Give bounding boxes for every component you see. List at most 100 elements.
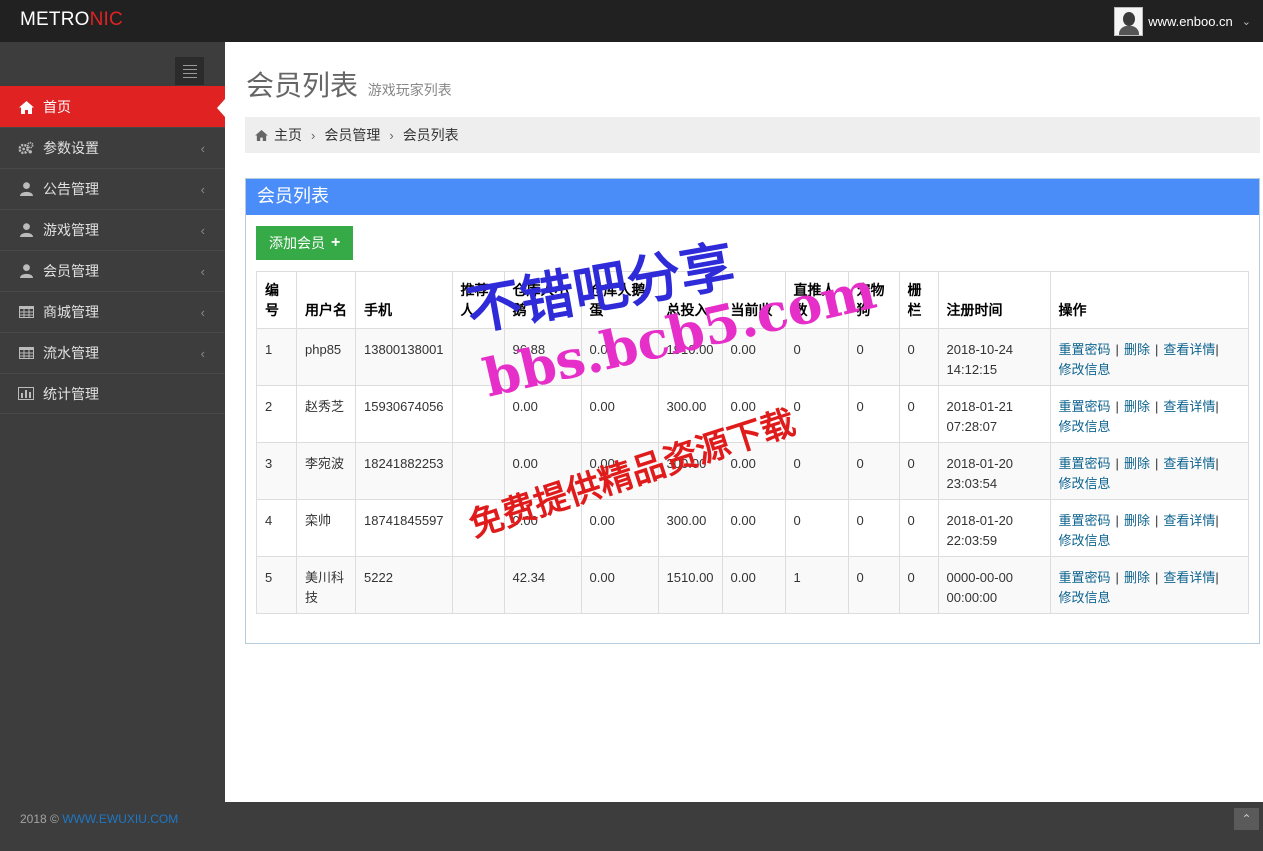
chevron-left-icon: ‹ — [200, 345, 205, 361]
cell-invest: 300.00 — [657, 385, 723, 443]
sidebar-item-members[interactable]: 会员管理 ‹ — [0, 250, 225, 291]
cell-income: 0.00 — [721, 442, 786, 500]
cell-actions: 重置密码 | 删除 | 查看详情| 修改信息 — [1049, 328, 1250, 386]
edit-info-link[interactable]: 修改信息 — [1059, 533, 1111, 548]
footer-link[interactable]: WWW.EWUXIU.COM — [62, 812, 178, 826]
cell-registered: 2018-01-20 23:03:54 — [937, 442, 1051, 500]
separator: | — [1215, 456, 1219, 471]
sidebar-item-label: 流水管理 — [43, 345, 99, 361]
cell-id: 5 — [256, 556, 297, 614]
table-row: 3 李宛波 18241882253 0.00 0.00 300.00 0.00 0 0 0 2018… — [256, 442, 1250, 500]
sidebar-item-settings[interactable]: 参数设置 ‹ — [0, 127, 225, 168]
top-header: METRONIC www.enboo.cn ⌄ — [0, 0, 1263, 42]
date-text: 0000-00-00 — [946, 570, 1014, 585]
column-header: 手机 — [355, 271, 453, 329]
footer: 2018 © WWW.EWUXIU.COM ⌃ — [0, 802, 1263, 851]
cell-direct: 0 — [784, 385, 849, 443]
cell-id: 1 — [256, 328, 297, 386]
reset-password-link[interactable]: 重置密码 — [1059, 456, 1111, 471]
delete-link[interactable]: 删除 — [1124, 342, 1150, 357]
sidebar-toggle-button[interactable] — [175, 57, 204, 85]
edit-info-link[interactable]: 修改信息 — [1059, 362, 1111, 377]
date-text: 2018-01-20 — [946, 513, 1014, 528]
column-header: 当前收 — [721, 271, 786, 329]
panel-title: 会员列表 — [246, 179, 1259, 215]
table-row: 5 美川科技 5222 42.34 0.00 1510.00 0.00 1 0 0 0000-00-… — [256, 556, 1250, 614]
user-icon — [18, 182, 34, 196]
user-menu[interactable]: www.enboo.cn ⌄ — [1114, 6, 1251, 36]
cell-registered: 2018-01-21 07:28:07 — [937, 385, 1051, 443]
delete-link[interactable]: 删除 — [1124, 570, 1150, 585]
edit-info-link[interactable]: 修改信息 — [1059, 590, 1111, 605]
reset-password-link[interactable]: 重置密码 — [1059, 399, 1111, 414]
cell-invest: 1910.00 — [657, 328, 723, 386]
view-details-link[interactable]: 查看详情 — [1163, 570, 1215, 585]
sidebar-item-label: 游戏管理 — [43, 222, 99, 238]
cell-phone: 5222 — [355, 556, 453, 614]
cell-geese: 0.00 — [503, 385, 582, 443]
scroll-to-top-button[interactable]: ⌃ — [1234, 808, 1259, 830]
cell-invest: 1510.00 — [657, 556, 723, 614]
chevron-right-icon: › — [311, 127, 316, 143]
separator: | — [1115, 399, 1119, 414]
view-details-link[interactable]: 查看详情 — [1163, 513, 1215, 528]
cell-ref — [451, 385, 505, 443]
chevron-down-icon: ⌄ — [1241, 15, 1251, 28]
page-title-text: 会员列表 — [246, 70, 359, 101]
logo-text: METRO — [20, 9, 90, 30]
delete-link[interactable]: 删除 — [1124, 513, 1150, 528]
chevron-left-icon: ‹ — [200, 263, 205, 279]
reset-password-link[interactable]: 重置密码 — [1059, 570, 1111, 585]
edit-info-link[interactable]: 修改信息 — [1059, 476, 1111, 491]
sidebar: 首页 参数设置 ‹ 公告管理 ‹ 游戏管理 ‹ 会员管理 ‹ 商城管理 ‹ 流水… — [0, 42, 225, 802]
table-row: 1 php85 13800138001 96.88 0.00 1910.00 0.00 0 0 0… — [256, 328, 1250, 386]
edit-info-link[interactable]: 修改信息 — [1059, 419, 1111, 434]
sidebar-item-statistics[interactable]: 统计管理 — [0, 373, 225, 414]
chevron-left-icon: ‹ — [200, 140, 205, 156]
separator: | — [1154, 399, 1159, 414]
separator: | — [1154, 342, 1159, 357]
cell-id: 4 — [256, 499, 297, 557]
reset-password-link[interactable]: 重置密码 — [1059, 513, 1111, 528]
column-header: 仓库人鹅蛋 — [580, 271, 659, 329]
sidebar-item-transactions[interactable]: 流水管理 ‹ — [0, 332, 225, 373]
add-member-label: 添加会员 — [269, 235, 325, 251]
cell-user: 赵秀芝 — [296, 385, 356, 443]
view-details-link[interactable]: 查看详情 — [1163, 342, 1215, 357]
sidebar-item-announcements[interactable]: 公告管理 ‹ — [0, 168, 225, 209]
sidebar-item-shop[interactable]: 商城管理 ‹ — [0, 291, 225, 332]
column-header: 推荐人 — [451, 271, 505, 329]
copyright-year: 2018 © — [20, 812, 59, 826]
delete-link[interactable]: 删除 — [1124, 399, 1150, 414]
cell-ref — [451, 328, 505, 386]
cell-dogs: 0 — [847, 328, 900, 386]
sidebar-item-home[interactable]: 首页 — [0, 86, 225, 127]
logo[interactable]: METRONIC — [20, 9, 123, 31]
page-title: 会员列表 游戏玩家列表 — [246, 64, 452, 104]
cell-registered: 2018-10-24 14:12:15 — [937, 328, 1051, 386]
table-icon — [18, 347, 34, 359]
separator: | — [1154, 513, 1159, 528]
column-header: 注册时间 — [937, 271, 1051, 329]
reset-password-link[interactable]: 重置密码 — [1059, 342, 1111, 357]
add-member-button[interactable]: 添加会员 + — [256, 226, 354, 260]
cell-eggs: 0.00 — [580, 385, 659, 443]
date-text: 2018-01-21 — [946, 399, 1014, 414]
page-subtitle: 游戏玩家列表 — [367, 82, 452, 98]
cell-user: 美川科技 — [296, 556, 356, 614]
view-details-link[interactable]: 查看详情 — [1163, 399, 1215, 414]
cell-phone: 18741845597 — [355, 499, 453, 557]
breadcrumb-home-link[interactable]: 主页 — [274, 125, 302, 145]
cell-actions: 重置密码 | 删除 | 查看详情| 修改信息 — [1049, 442, 1250, 500]
separator: | — [1215, 570, 1219, 585]
cell-invest: 300.00 — [657, 442, 723, 500]
time-text: 07:28:07 — [946, 419, 998, 434]
cell-user: php85 — [296, 328, 356, 386]
breadcrumb-members-link[interactable]: 会员管理 — [324, 125, 380, 145]
delete-link[interactable]: 删除 — [1124, 456, 1150, 471]
cell-ref — [451, 442, 505, 500]
time-text: 14:12:15 — [946, 362, 998, 377]
sidebar-item-games[interactable]: 游戏管理 ‹ — [0, 209, 225, 250]
view-details-link[interactable]: 查看详情 — [1163, 456, 1215, 471]
cell-ref — [451, 499, 505, 557]
